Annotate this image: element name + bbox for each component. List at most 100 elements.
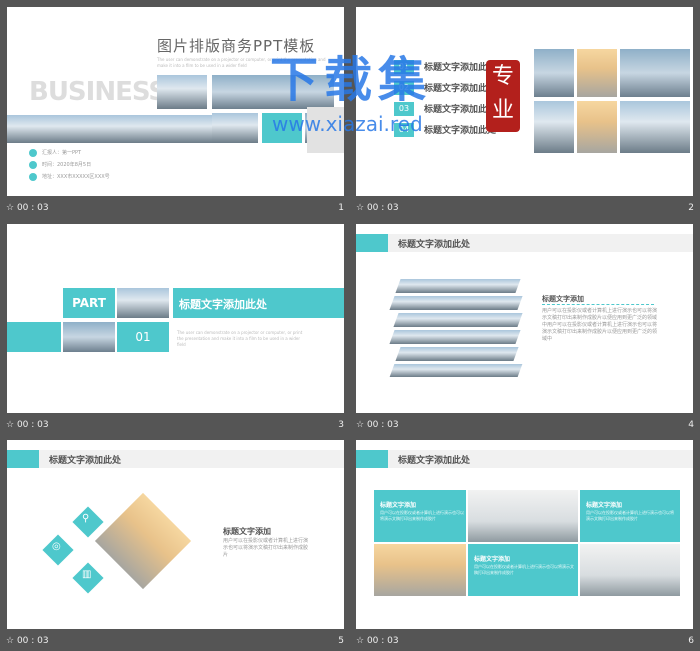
slide-2-timing: 00 : 03 <box>366 203 399 213</box>
header-accent <box>356 234 388 252</box>
list-title: 标题文字添加此处 <box>424 84 497 94</box>
slide-1-title: 图片排版商务PPT模板 <box>157 37 316 55</box>
grid-photo <box>620 101 690 153</box>
cell-title: 标题文字添加 <box>474 556 511 563</box>
chart-icon: ▥ <box>82 569 92 580</box>
slide-3-number: 3 <box>338 420 344 430</box>
strip <box>395 347 519 361</box>
office-photo <box>580 544 680 596</box>
slide-3-timing: 00 : 03 <box>16 420 49 430</box>
slide-5-bar: ☆ 00 : 03 5 <box>0 631 350 651</box>
search-icon: ⚲ <box>82 513 90 524</box>
slide-6-thumbnail[interactable]: 标题文字添加此处 标题文字添加 用户可以在投影仪或者计算机上进行演示也可以将演示… <box>356 440 693 629</box>
slide-3-subtitle: The user can demonstrate on a projector … <box>177 330 303 347</box>
slide-6-bar: ☆ 00 : 03 6 <box>350 631 700 651</box>
list-num: 03 <box>394 101 414 116</box>
cell-title: 标题文字添加 <box>380 502 417 509</box>
grid-cell-teal: 标题文字添加 用户可以在投影仪或者计算机上进行演示也可以将演示文稿打印出来制作成… <box>374 490 466 542</box>
slide-6-header: 标题文字添加此处 <box>398 456 471 466</box>
grid-photo <box>577 101 617 153</box>
grid-photo <box>620 49 690 97</box>
slide-3-thumbnail[interactable]: PART 标题文字添加此处 01 The user can demonstrat… <box>7 224 344 413</box>
info-address: 地址：XXX市XXXXX区XXX号 <box>42 173 110 180</box>
city-strips <box>389 279 523 377</box>
slide-4-timing: 00 : 03 <box>366 420 399 430</box>
slide-5-header: 标题文字添加此处 <box>49 456 122 466</box>
slide-4-body: 用户可以在投影仪或者计算机上进行演示也可以将演示文稿打印出来制作成胶片以便应用到… <box>542 308 658 342</box>
slide-5-timing: 00 : 03 <box>16 636 49 646</box>
teal-block <box>262 113 302 143</box>
grid-cell-teal: 标题文字添加 用户可以在投影仪或者计算机上进行演示也可以将演示文稿打印出来制作成… <box>468 544 578 596</box>
star-icon: ☆ <box>6 203 15 213</box>
cell-title: 标题文字添加 <box>586 502 623 509</box>
slide-5-body: 用户可以在投影仪或者计算机上进行演示也可以将演示文稿打印出来制作成胶片 <box>223 538 309 558</box>
slide-2-number: 2 <box>688 203 694 213</box>
cell-body: 用户可以在投影仪或者计算机上进行演示也可以将演示文稿打印出来制作成胶片 <box>586 510 674 521</box>
gray-stripe <box>307 107 344 153</box>
slide-1-info: 汇报人：第一PPT 时间：2020年8月5日 地址：XXX市XXXXX区XXX号 <box>29 149 110 181</box>
slide-4-number: 4 <box>688 420 694 430</box>
list-num: 02 <box>394 80 414 95</box>
photo-sky <box>212 75 334 109</box>
slide-2-list: 01 标题文字添加此处 02 标题文字添加此处 03 标题文字添加此处 04 标题文字添… <box>394 57 496 139</box>
slide-4-subhead: 标题文字添加 <box>542 295 584 303</box>
star-icon: ☆ <box>6 636 15 646</box>
photo-city-small <box>212 113 258 143</box>
list-title: 标题文字添加此处 <box>424 126 497 136</box>
list-title: 标题文字添加此处 <box>424 105 497 115</box>
meeting-photo <box>374 544 466 596</box>
hand-photo <box>63 322 115 352</box>
star-icon: ☆ <box>356 636 365 646</box>
slide-5-subhead: 标题文字添加 <box>223 527 271 536</box>
slide-1-timing: 00 : 03 <box>16 203 49 213</box>
slide-4-bar: ☆ 00 : 03 4 <box>350 415 700 435</box>
diamond-photo <box>94 492 192 590</box>
list-num: 01 <box>394 59 414 74</box>
slide-6-number: 6 <box>688 636 694 646</box>
strip <box>389 330 521 344</box>
left-teal-block <box>7 322 61 352</box>
strip <box>389 364 523 377</box>
slide-1-eng-title: BUSINESS <box>29 77 167 107</box>
info-date: 时间：2020年8月5日 <box>42 161 92 168</box>
diamond-group: ⚲ ◎ ▥ <box>37 492 217 615</box>
list-title: 标题文字添加此处 <box>424 63 497 73</box>
strip <box>393 313 523 327</box>
header-accent <box>356 450 388 468</box>
part-box: PART <box>63 288 115 318</box>
photo-building <box>157 75 207 109</box>
grid-cell-teal: 标题文字添加 用户可以在投影仪或者计算机上进行演示也可以将演示文稿打印出来制作成… <box>580 490 680 542</box>
slide-1-bar: ☆ 00 : 03 1 <box>0 198 350 218</box>
number-box: 01 <box>117 322 169 352</box>
info-presenter: 汇报人：第一PPT <box>42 149 82 156</box>
slide-2-bar: ☆ 00 : 03 2 <box>350 198 700 218</box>
grid-photo <box>534 49 574 97</box>
part-photo <box>117 288 169 318</box>
slide-1-thumbnail[interactable]: 图片排版商务PPT模板 The user can demonstrate on … <box>7 7 344 196</box>
list-num: 04 <box>394 122 414 137</box>
cell-body: 用户可以在投影仪或者计算机上进行演示也可以将演示文稿打印出来制作成胶片 <box>380 510 464 521</box>
subhead-divider <box>542 304 654 305</box>
slide-1-subtitle: The user can demonstrate on a projector … <box>157 57 326 68</box>
header-accent <box>7 450 39 468</box>
slide-5-thumbnail[interactable]: 标题文字添加此处 ⚲ ◎ ▥ 标题文字添加 用户可以在投影仪或者计算机上进行演示… <box>7 440 344 629</box>
location-icon <box>29 173 37 181</box>
slide-4-header: 标题文字添加此处 <box>398 240 471 250</box>
slide-3-title: 标题文字添加此处 <box>179 298 267 311</box>
target-icon: ◎ <box>52 541 61 552</box>
slide-1-number: 1 <box>338 203 344 213</box>
photo-grid <box>534 49 690 153</box>
cell-body: 用户可以在投影仪或者计算机上进行演示也可以将演示文稿打印出来制作成胶片 <box>474 564 574 575</box>
slide-6-timing: 00 : 03 <box>366 636 399 646</box>
slide-2-thumbnail[interactable]: 01 标题文字添加此处 02 标题文字添加此处 03 标题文字添加此处 04 标题文字添… <box>356 7 693 196</box>
office-photo <box>468 490 578 542</box>
strip <box>395 279 521 293</box>
slide-3-bar: ☆ 00 : 03 3 <box>0 415 350 435</box>
star-icon: ☆ <box>6 420 15 430</box>
user-icon <box>29 149 37 157</box>
grid-photo <box>534 101 574 153</box>
star-icon: ☆ <box>356 420 365 430</box>
strip <box>389 296 523 310</box>
grid-photo <box>577 49 617 97</box>
slide-4-thumbnail[interactable]: 标题文字添加此处 标题文字添加 用户可以在投影仪或者计算机上进行演示也可以将演示… <box>356 224 693 413</box>
